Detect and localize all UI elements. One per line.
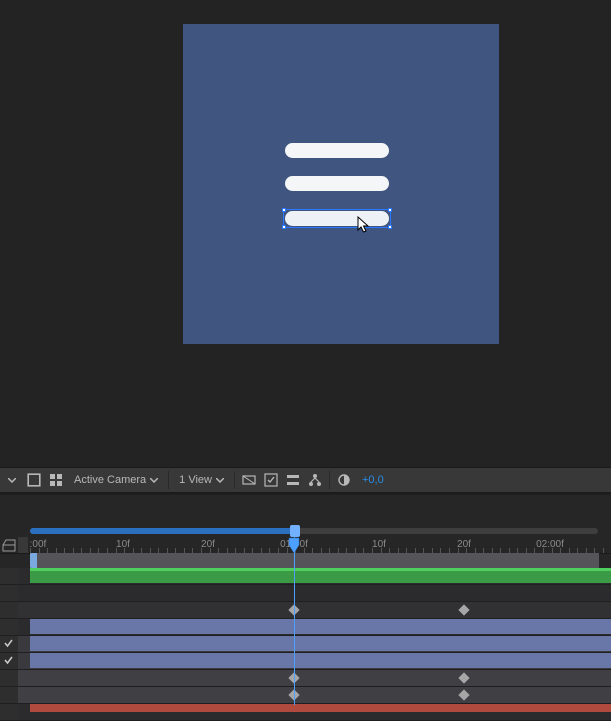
- exposure-reset-icon[interactable]: [336, 472, 352, 488]
- time-navigator-view-range[interactable]: [30, 528, 294, 534]
- composition-viewer[interactable]: [0, 0, 611, 467]
- track-lane[interactable]: [18, 619, 611, 635]
- active-camera-dropdown[interactable]: Active Camera: [70, 470, 162, 490]
- track-lane[interactable]: [18, 585, 611, 601]
- track-gutter[interactable]: [0, 619, 18, 635]
- shape-bar-1[interactable]: [285, 143, 389, 158]
- timecode-icon[interactable]: [2, 538, 16, 552]
- track-lane[interactable]: [18, 568, 611, 584]
- layer-duration-bar[interactable]: [30, 636, 611, 651]
- timeline-panel-icon[interactable]: [285, 472, 301, 488]
- toolbar-separator: [234, 471, 235, 489]
- pixel-aspect-icon[interactable]: [241, 472, 257, 488]
- property-row[interactable]: [0, 602, 611, 619]
- track-lane[interactable]: [18, 653, 611, 669]
- layer-duration-bar[interactable]: [30, 704, 611, 712]
- track-gutter[interactable]: [0, 568, 18, 584]
- track-gutter[interactable]: [0, 687, 18, 703]
- property-row[interactable]: [0, 687, 611, 704]
- timeline-panel: :00f10f20f01:00f10f20f02:00f: [0, 495, 611, 705]
- keyframe-diamond[interactable]: [458, 672, 469, 683]
- track-gutter[interactable]: [0, 653, 18, 669]
- keyframe-diamond[interactable]: [458, 604, 469, 615]
- track-lane[interactable]: [18, 636, 611, 652]
- layer-row[interactable]: [0, 619, 611, 636]
- work-area-start-handle[interactable]: [30, 553, 37, 568]
- track-spacer[interactable]: [0, 585, 611, 602]
- layer-row[interactable]: [0, 568, 611, 585]
- track-gutter[interactable]: [0, 636, 18, 652]
- track-gutter[interactable]: [0, 585, 18, 601]
- ruler-tick-label: 20f: [457, 539, 471, 550]
- active-camera-label: Active Camera: [74, 474, 146, 486]
- mask-visibility-icon[interactable]: [48, 472, 64, 488]
- layer-row[interactable]: [0, 704, 611, 721]
- time-ruler[interactable]: :00f10f20f01:00f10f20f02:00f: [0, 537, 611, 554]
- checkmark-icon: [4, 639, 13, 648]
- track-gutter[interactable]: [0, 704, 18, 720]
- chevron-down-icon: [8, 478, 16, 483]
- layer-duration-bar[interactable]: [30, 653, 611, 668]
- grid-icon[interactable]: [26, 472, 42, 488]
- view-layout-label: 1 View: [179, 474, 212, 486]
- ruler-left-edge: [18, 537, 28, 553]
- track-gutter[interactable]: [0, 602, 18, 618]
- layer-row[interactable]: [0, 636, 611, 653]
- checkmark-icon: [4, 656, 13, 665]
- shape-bar-2[interactable]: [285, 176, 389, 191]
- keyframe-diamond[interactable]: [458, 689, 469, 700]
- current-time-indicator-line[interactable]: [294, 537, 295, 705]
- layer-duration-bar[interactable]: [30, 619, 611, 634]
- layer-row[interactable]: [0, 653, 611, 670]
- toolbar-separator: [168, 471, 169, 489]
- chevron-down-icon: [216, 478, 224, 483]
- shape-bar-3[interactable]: [285, 211, 389, 226]
- timeline-tracks[interactable]: [0, 568, 611, 721]
- work-area-bar[interactable]: [30, 553, 599, 568]
- time-navigator-playhead-thumb[interactable]: [290, 525, 300, 537]
- fast-preview-icon[interactable]: [263, 472, 279, 488]
- property-row[interactable]: [0, 670, 611, 687]
- ruler-tick-label: 20f: [201, 539, 215, 550]
- track-lane[interactable]: [18, 670, 611, 686]
- track-lane[interactable]: [18, 704, 611, 720]
- toolbar-separator: [329, 471, 330, 489]
- flowchart-icon[interactable]: [307, 472, 323, 488]
- track-lane[interactable]: [18, 687, 611, 703]
- ruler-tick-label: 10f: [372, 539, 386, 550]
- time-navigator[interactable]: [0, 525, 611, 537]
- view-layout-dropdown[interactable]: 1 View: [175, 470, 228, 490]
- viewer-toolbar: Active Camera 1 View +0,0: [0, 467, 611, 493]
- track-gutter[interactable]: [0, 670, 18, 686]
- track-lane[interactable]: [18, 602, 611, 618]
- chevron-down-icon: [150, 478, 158, 483]
- magnification-dropdown[interactable]: [4, 470, 20, 490]
- exposure-value[interactable]: +0,0: [358, 474, 388, 486]
- ruler-tick-label: 10f: [116, 539, 130, 550]
- timeline-header-spacer: [0, 495, 611, 526]
